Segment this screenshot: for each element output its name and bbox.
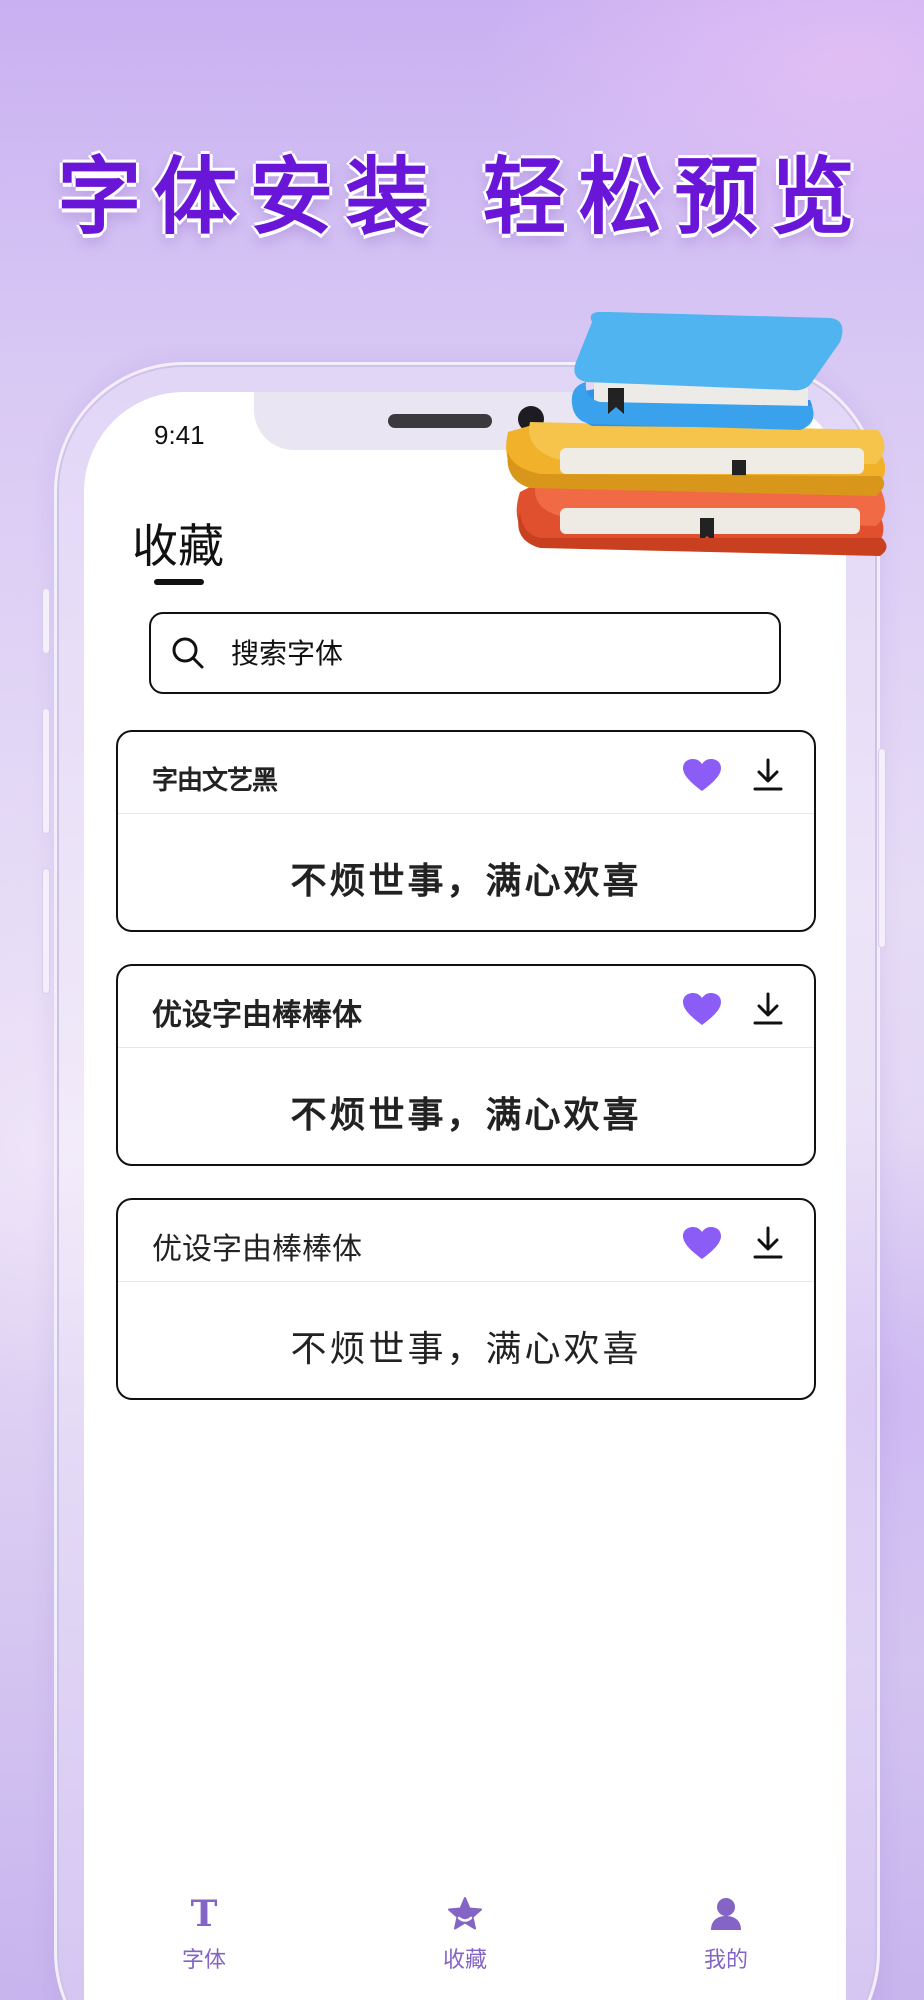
font-name: 字由文艺黑 xyxy=(152,766,278,796)
speaker-grille xyxy=(388,414,492,428)
star-icon xyxy=(448,1897,482,1930)
download-icon[interactable] xyxy=(752,992,784,1026)
search-input[interactable] xyxy=(231,636,779,670)
tab-favorites[interactable]: 收藏 xyxy=(405,1892,525,2000)
status-time: 9:41 xyxy=(154,420,205,450)
font-t-icon: T xyxy=(190,1893,218,1935)
heart-icon[interactable] xyxy=(682,1226,722,1260)
font-name: 优设字由棒棒体 xyxy=(152,1232,362,1267)
side-button-volume-up xyxy=(42,708,50,834)
books-illustration xyxy=(506,312,887,556)
promo-headline: 字体安装 轻松预览 xyxy=(57,148,867,246)
tab-label: 收藏 xyxy=(442,1948,487,1973)
download-icon[interactable] xyxy=(752,1226,784,1260)
person-icon xyxy=(711,1898,741,1930)
phone-screen: 9:41 收藏 字由文艺黑 不烦世事，满心欢喜 优设字由棒棒体 xyxy=(84,392,846,2000)
font-preview-text: 不烦世事，满心欢喜 xyxy=(290,861,642,902)
side-button-volume-down xyxy=(42,868,50,994)
page-title: 收藏 xyxy=(132,519,224,573)
font-card-header: 优设字由棒棒体 xyxy=(118,966,814,1048)
font-preview-text: 不烦世事，满心欢喜 xyxy=(290,1095,642,1136)
search-icon xyxy=(172,637,204,669)
font-card[interactable]: 优设字由棒棒体 不烦世事，满心欢喜 xyxy=(116,1198,816,1400)
tab-label: 字体 xyxy=(181,1948,226,1973)
search-box[interactable] xyxy=(149,612,781,694)
font-preview-text: 不烦世事，满心欢喜 xyxy=(290,1329,642,1370)
tab-fonts[interactable]: T 字体 xyxy=(144,1892,264,2000)
tab-label: 我的 xyxy=(703,1948,748,1973)
side-button-mute xyxy=(42,588,50,654)
tab-profile[interactable]: 我的 xyxy=(666,1892,786,2000)
heart-icon[interactable] xyxy=(682,992,722,1026)
download-icon[interactable] xyxy=(752,758,784,792)
side-button-power xyxy=(878,748,886,948)
font-card[interactable]: 字由文艺黑 不烦世事，满心欢喜 xyxy=(116,730,816,932)
bottom-tab-bar: T 字体 收藏 我的 xyxy=(84,1892,846,2000)
font-card-header: 字由文艺黑 xyxy=(118,732,814,814)
title-underline xyxy=(154,579,204,585)
font-name: 优设字由棒棒体 xyxy=(152,998,362,1033)
heart-icon[interactable] xyxy=(682,758,722,792)
font-card[interactable]: 优设字由棒棒体 不烦世事，满心欢喜 xyxy=(116,964,816,1166)
font-card-header: 优设字由棒棒体 xyxy=(118,1200,814,1282)
